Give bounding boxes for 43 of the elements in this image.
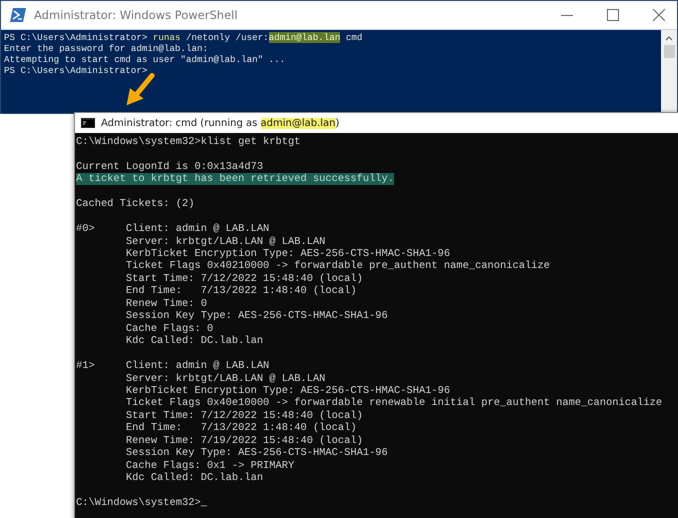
console-text: Kdc Called: DC.lab.lan	[124, 335, 264, 348]
window-title: Administrator: Windows PowerShell	[34, 8, 238, 22]
scrollbar[interactable]	[661, 30, 677, 113]
console-text: C:\Windows\system32>klist get krbtgt	[76, 136, 300, 148]
console-text: Start Time: 7/12/2022 15:48:40 (local)	[124, 410, 363, 422]
console-text: Server: krbtgt/LAB.LAN @ LAB.LAN	[124, 372, 326, 385]
console-text: PS C:\Users\Administrator>	[4, 32, 148, 43]
window-title: Administrator: cmd (running as admin@lab.lan)	[101, 118, 340, 128]
console-icon	[81, 118, 95, 128]
scroll-thumb[interactable]	[664, 45, 674, 58]
console-text: Start Time: 7/12/2022 15:48:40 (local)	[124, 272, 363, 285]
highlighted-text: A ticket to krbtgt has been retrieved successfully.	[76, 173, 394, 186]
console-text: KerbTicket Encryption Type: AES-256-CTS-HMAC-SHA1-96	[124, 248, 450, 260]
scroll-up-icon[interactable]	[665, 35, 673, 41]
console-text: Attempting to start cmd as user "admin@lab.lan" ...	[4, 54, 286, 65]
console-text: #0> Client: admin @ LAB.LAN	[76, 223, 270, 236]
console-text: Session Key Type: AES-256-CTS-HMAC-SHA1-96	[124, 447, 388, 460]
console-text: Server: krbtgt/LAB.LAN @ LAB.LAN	[124, 236, 326, 248]
console-text: Cache Flags: 0	[124, 322, 214, 335]
console-text: End Time: 7/13/2022 1:48:40 (local)	[124, 422, 357, 434]
console-text: Current LogonId is 0:0x13a4d73	[76, 160, 264, 173]
console-text: Kdc Called: DC.lab.lan	[124, 472, 264, 484]
text-cursor: _	[200, 497, 207, 510]
console-text: Cache Flags: 0x1 -> PRIMARY	[124, 460, 294, 472]
console-text: End Time: 7/13/2022 1:48:40 (local)	[124, 285, 357, 298]
console-text: cmd	[344, 32, 362, 43]
powershell-icon	[10, 8, 26, 22]
console-text: Ticket Flags 0x40e10000 -> forwardable renewable initial pre_authent name_canonicalize	[124, 397, 662, 410]
console-text: Cached Tickets: (2)	[76, 198, 194, 210]
highlighted-text: admin@lab.lan	[268, 32, 340, 43]
console-text: Ticket Flags 0x40210000 -> forwardable pre_authent name_canonicalize	[124, 260, 550, 272]
console-text: Renew Time: 7/19/2022 15:48:40 (local)	[124, 434, 363, 447]
maximize-icon[interactable]	[607, 9, 619, 21]
console-text: Enter the password for admin@lab.lan:	[4, 43, 208, 54]
console-text: KerbTicket Encryption Type: AES-256-CTS-HMAC-SHA1-96	[124, 385, 450, 397]
command-keyword: runas	[152, 32, 180, 43]
console-text: PS C:\Users\Administrator>	[4, 65, 148, 76]
console-text: /netonly /user:	[184, 32, 269, 43]
console-text: C:\Windows\system32>	[76, 497, 201, 510]
console-text: Renew Time: 0	[124, 298, 207, 310]
console-text: Session Key Type: AES-256-CTS-HMAC-SHA1-96	[124, 310, 388, 322]
console-text: #1> Client: admin @ LAB.LAN	[76, 360, 270, 372]
close-icon[interactable]	[653, 9, 665, 21]
